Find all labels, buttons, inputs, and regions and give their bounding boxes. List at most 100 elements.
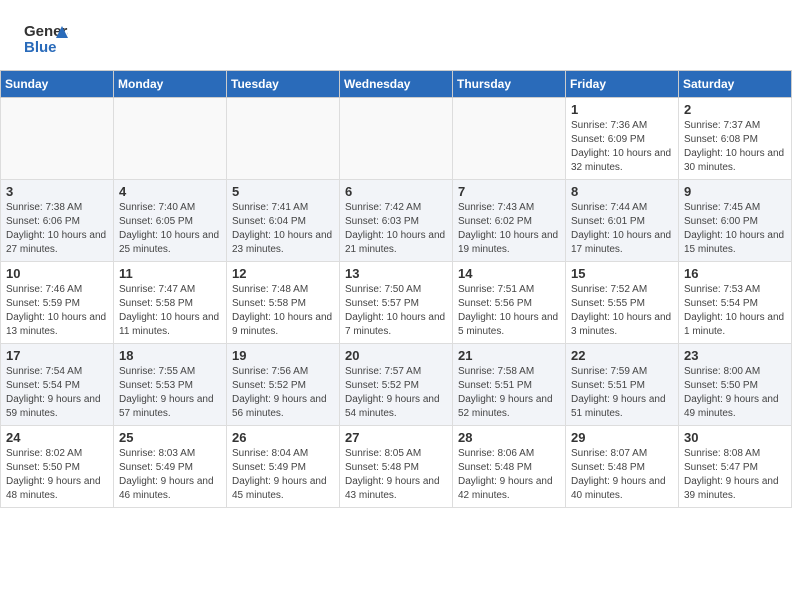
day-number: 16 [684, 266, 786, 281]
day-number: 23 [684, 348, 786, 363]
calendar-cell [340, 98, 453, 180]
calendar-cell: 29Sunrise: 8:07 AM Sunset: 5:48 PM Dayli… [566, 426, 679, 508]
day-number: 24 [6, 430, 108, 445]
day-info: Sunrise: 7:59 AM Sunset: 5:51 PM Dayligh… [571, 365, 673, 421]
day-number: 25 [119, 430, 221, 445]
day-number: 19 [232, 348, 334, 363]
calendar-cell: 7 Sunrise: 7:43 AM Sunset: 6:02 PM Daylig… [453, 180, 566, 262]
day-number: 2 [684, 102, 786, 117]
day-info: Sunrise: 7:47 AM Sunset: 5:58 PM Dayligh… [119, 283, 221, 339]
day-header-monday: Monday [114, 71, 227, 98]
day-number: 21 [458, 348, 560, 363]
svg-text:Blue: Blue [24, 39, 57, 56]
calendar-cell: 5Sunrise: 7:41 AM Sunset: 6:04 PM Daylig… [227, 180, 340, 262]
logo-icon: General Blue [24, 18, 68, 62]
calendar-cell: 1 Sunrise: 7:36 AM Sunset: 6:09 PM Daylig… [566, 98, 679, 180]
day-info: Sunrise: 7:48 AM Sunset: 5:58 PM Dayligh… [232, 283, 334, 339]
day-info: Sunrise: 7:37 AM Sunset: 6:08 PM Dayligh… [684, 119, 786, 175]
calendar-table: SundayMondayTuesdayWednesdayThursdayFrid… [0, 70, 792, 508]
day-info: Sunrise: 7:36 AM Sunset: 6:09 PM Dayligh… [571, 119, 673, 175]
day-info: Sunrise: 8:04 AM Sunset: 5:49 PM Dayligh… [232, 447, 334, 503]
calendar-cell [1, 98, 114, 180]
day-number: 29 [571, 430, 673, 445]
day-info: Sunrise: 7:58 AM Sunset: 5:51 PM Dayligh… [458, 365, 560, 421]
calendar-cell: 11 Sunrise: 7:47 AM Sunset: 5:58 PM Dayli… [114, 262, 227, 344]
calendar-week-5: 24 Sunrise: 8:02 AM Sunset: 5:50 PM Dayli… [1, 426, 792, 508]
day-number: 28 [458, 430, 560, 445]
calendar-week-1: 1 Sunrise: 7:36 AM Sunset: 6:09 PM Daylig… [1, 98, 792, 180]
calendar-cell: 22 Sunrise: 7:59 AM Sunset: 5:51 PM Dayli… [566, 344, 679, 426]
calendar-cell: 4 Sunrise: 7:40 AM Sunset: 6:05 PM Daylig… [114, 180, 227, 262]
calendar-cell: 8 Sunrise: 7:44 AM Sunset: 6:01 PM Daylig… [566, 180, 679, 262]
calendar-cell: 10Sunrise: 7:46 AM Sunset: 5:59 PM Dayli… [1, 262, 114, 344]
day-number: 13 [345, 266, 447, 281]
calendar-cell: 14Sunrise: 7:51 AM Sunset: 5:56 PM Dayli… [453, 262, 566, 344]
day-header-saturday: Saturday [679, 71, 792, 98]
day-info: Sunrise: 8:08 AM Sunset: 5:47 PM Dayligh… [684, 447, 786, 503]
day-number: 17 [6, 348, 108, 363]
day-header-wednesday: Wednesday [340, 71, 453, 98]
day-number: 12 [232, 266, 334, 281]
calendar-cell [114, 98, 227, 180]
day-number: 18 [119, 348, 221, 363]
calendar-cell: 12 Sunrise: 7:48 AM Sunset: 5:58 PM Dayli… [227, 262, 340, 344]
calendar-cell: 28 Sunrise: 8:06 AM Sunset: 5:48 PM Dayli… [453, 426, 566, 508]
day-number: 8 [571, 184, 673, 199]
calendar-cell [227, 98, 340, 180]
day-number: 6 [345, 184, 447, 199]
day-info: Sunrise: 7:55 AM Sunset: 5:53 PM Dayligh… [119, 365, 221, 421]
calendar-cell: 21 Sunrise: 7:58 AM Sunset: 5:51 PM Dayli… [453, 344, 566, 426]
day-info: Sunrise: 7:56 AM Sunset: 5:52 PM Dayligh… [232, 365, 334, 421]
calendar-week-4: 17 Sunrise: 7:54 AM Sunset: 5:54 PM Dayli… [1, 344, 792, 426]
day-info: Sunrise: 8:02 AM Sunset: 5:50 PM Dayligh… [6, 447, 108, 503]
calendar-cell: 3 Sunrise: 7:38 AM Sunset: 6:06 PM Daylig… [1, 180, 114, 262]
day-number: 11 [119, 266, 221, 281]
day-number: 30 [684, 430, 786, 445]
calendar-cell: 16 Sunrise: 7:53 AM Sunset: 5:54 PM Dayli… [679, 262, 792, 344]
logo: General Blue [24, 18, 68, 62]
day-info: Sunrise: 7:41 AM Sunset: 6:04 PM Dayligh… [232, 201, 334, 257]
calendar-cell: 30 Sunrise: 8:08 AM Sunset: 5:47 PM Dayli… [679, 426, 792, 508]
day-info: Sunrise: 7:51 AM Sunset: 5:56 PM Dayligh… [458, 283, 560, 339]
calendar-cell: 6 Sunrise: 7:42 AM Sunset: 6:03 PM Daylig… [340, 180, 453, 262]
day-number: 3 [6, 184, 108, 199]
day-info: Sunrise: 7:44 AM Sunset: 6:01 PM Dayligh… [571, 201, 673, 257]
day-info: Sunrise: 7:40 AM Sunset: 6:05 PM Dayligh… [119, 201, 221, 257]
calendar-cell: 25 Sunrise: 8:03 AM Sunset: 5:49 PM Dayli… [114, 426, 227, 508]
day-number: 7 [458, 184, 560, 199]
calendar-cell: 18 Sunrise: 7:55 AM Sunset: 5:53 PM Dayli… [114, 344, 227, 426]
calendar-cell: 9 Sunrise: 7:45 AM Sunset: 6:00 PM Daylig… [679, 180, 792, 262]
day-info: Sunrise: 7:50 AM Sunset: 5:57 PM Dayligh… [345, 283, 447, 339]
calendar-cell: 20Sunrise: 7:57 AM Sunset: 5:52 PM Dayli… [340, 344, 453, 426]
calendar-cell: 26 Sunrise: 8:04 AM Sunset: 5:49 PM Dayli… [227, 426, 340, 508]
day-info: Sunrise: 7:43 AM Sunset: 6:02 PM Dayligh… [458, 201, 560, 257]
day-info: Sunrise: 8:00 AM Sunset: 5:50 PM Dayligh… [684, 365, 786, 421]
day-info: Sunrise: 7:42 AM Sunset: 6:03 PM Dayligh… [345, 201, 447, 257]
day-info: Sunrise: 8:06 AM Sunset: 5:48 PM Dayligh… [458, 447, 560, 503]
day-number: 26 [232, 430, 334, 445]
calendar-cell: 2 Sunrise: 7:37 AM Sunset: 6:08 PM Daylig… [679, 98, 792, 180]
day-info: Sunrise: 7:53 AM Sunset: 5:54 PM Dayligh… [684, 283, 786, 339]
calendar-cell: 24 Sunrise: 8:02 AM Sunset: 5:50 PM Dayli… [1, 426, 114, 508]
page-header: General Blue [0, 0, 792, 70]
calendar-cell: 17 Sunrise: 7:54 AM Sunset: 5:54 PM Dayli… [1, 344, 114, 426]
day-info: Sunrise: 7:45 AM Sunset: 6:00 PM Dayligh… [684, 201, 786, 257]
calendar-cell: 19 Sunrise: 7:56 AM Sunset: 5:52 PM Dayli… [227, 344, 340, 426]
day-header-sunday: Sunday [1, 71, 114, 98]
day-info: Sunrise: 7:38 AM Sunset: 6:06 PM Dayligh… [6, 201, 108, 257]
day-info: Sunrise: 8:05 AM Sunset: 5:48 PM Dayligh… [345, 447, 447, 503]
day-number: 9 [684, 184, 786, 199]
day-number: 1 [571, 102, 673, 117]
calendar-cell: 23 Sunrise: 8:00 AM Sunset: 5:50 PM Dayli… [679, 344, 792, 426]
day-header-friday: Friday [566, 71, 679, 98]
calendar-cell [453, 98, 566, 180]
day-number: 20 [345, 348, 447, 363]
day-info: Sunrise: 8:03 AM Sunset: 5:49 PM Dayligh… [119, 447, 221, 503]
day-info: Sunrise: 7:54 AM Sunset: 5:54 PM Dayligh… [6, 365, 108, 421]
calendar-week-2: 3 Sunrise: 7:38 AM Sunset: 6:06 PM Daylig… [1, 180, 792, 262]
day-number: 4 [119, 184, 221, 199]
day-number: 22 [571, 348, 673, 363]
calendar-cell: 27Sunrise: 8:05 AM Sunset: 5:48 PM Dayli… [340, 426, 453, 508]
day-header-tuesday: Tuesday [227, 71, 340, 98]
day-info: Sunrise: 7:46 AM Sunset: 5:59 PM Dayligh… [6, 283, 108, 339]
